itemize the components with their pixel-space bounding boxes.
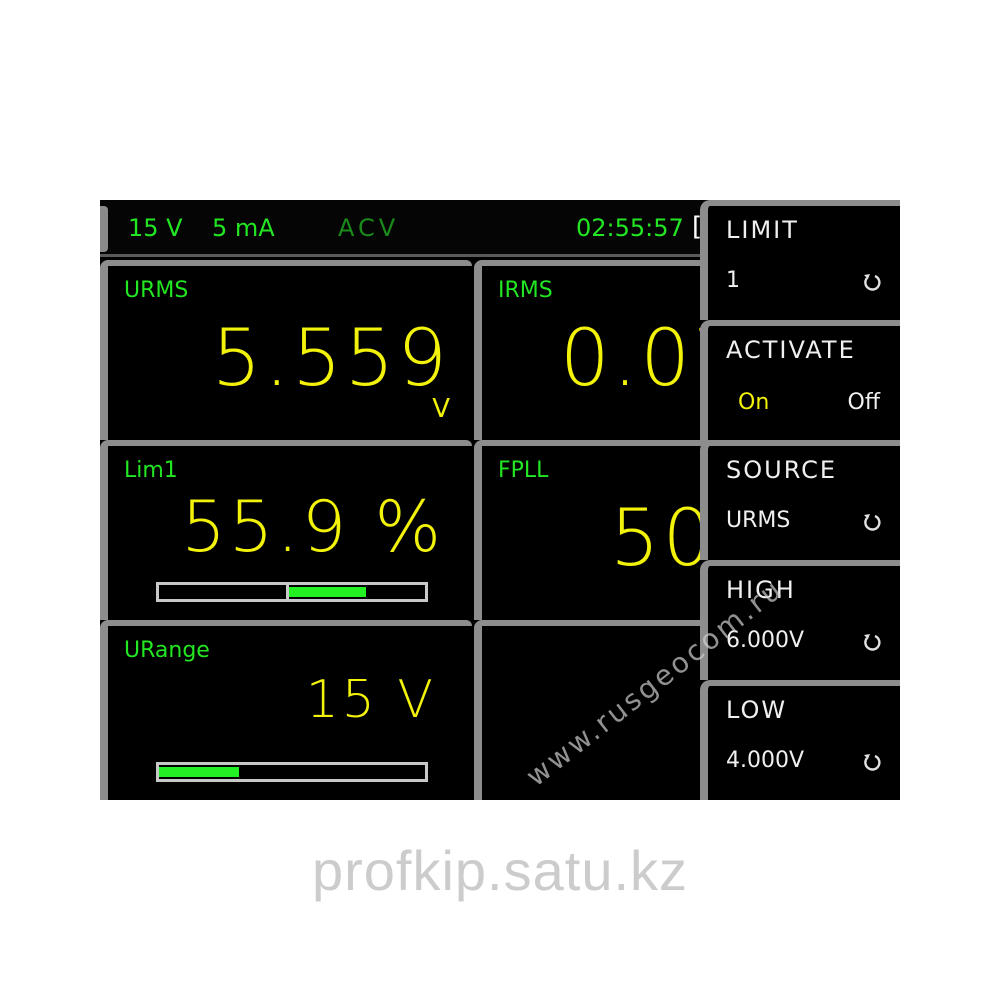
softkey-activate[interactable]: ACTIVATE On Off	[700, 320, 900, 440]
panel-label: FPLL	[498, 458, 549, 483]
softkey-low[interactable]: LOW 4.000V	[700, 680, 900, 800]
activate-off-option[interactable]: Off	[848, 390, 880, 415]
panel-unit: V	[432, 394, 450, 424]
panel-label: URMS	[124, 278, 189, 303]
softkey-source[interactable]: SOURCE URMS	[700, 440, 900, 560]
rotary-knob-icon	[864, 514, 881, 531]
softkey-value: URMS	[726, 508, 791, 533]
panel-urms[interactable]: URMS 5.559 V	[100, 260, 472, 440]
rotary-knob-icon	[864, 754, 881, 771]
softkey-title: SOURCE	[726, 456, 838, 484]
range-bargraph-fill	[159, 767, 239, 777]
panel-urange[interactable]: URange 15 V	[100, 620, 472, 800]
panel-label: URange	[124, 638, 210, 663]
limit-bargraph-marker	[286, 585, 290, 599]
panel-value: 55.9 %	[181, 486, 444, 568]
panel-label: Lim1	[124, 458, 178, 483]
instrument-display: 15 V 5 mA ACV 02:55:57 [ URMS 5.559 V IR…	[100, 200, 900, 800]
voltage-range-indicator: 15 V	[128, 214, 183, 242]
status-bar: 15 V 5 mA ACV 02:55:57 [	[100, 200, 702, 257]
panel-label: IRMS	[498, 278, 553, 303]
panel-value: 5.559	[211, 314, 450, 404]
softkey-title: ACTIVATE	[726, 336, 856, 364]
activate-on-option[interactable]: On	[738, 390, 769, 415]
limit-bargraph-fill	[289, 587, 367, 597]
mode-indicator: ACV	[338, 214, 400, 242]
clock: 02:55:57	[576, 214, 684, 242]
limit-bargraph	[156, 582, 428, 602]
softkey-value: 4.000V	[726, 748, 805, 773]
panel-lim1[interactable]: Lim1 55.9 %	[100, 440, 472, 620]
panel-value: 15 V	[305, 670, 436, 730]
status-bar-edge	[100, 206, 108, 252]
rotary-knob-icon	[864, 634, 881, 651]
footer-watermark: profkip.satu.kz	[311, 839, 689, 902]
softkey-title: LOW	[726, 696, 788, 724]
softkey-title: LIMIT	[726, 216, 799, 244]
softkey-value: 1	[726, 268, 740, 293]
rotary-knob-icon	[864, 274, 881, 291]
current-range-indicator: 5 mA	[212, 214, 275, 242]
range-bargraph	[156, 762, 428, 782]
softkey-limit[interactable]: LIMIT 1	[700, 200, 900, 320]
